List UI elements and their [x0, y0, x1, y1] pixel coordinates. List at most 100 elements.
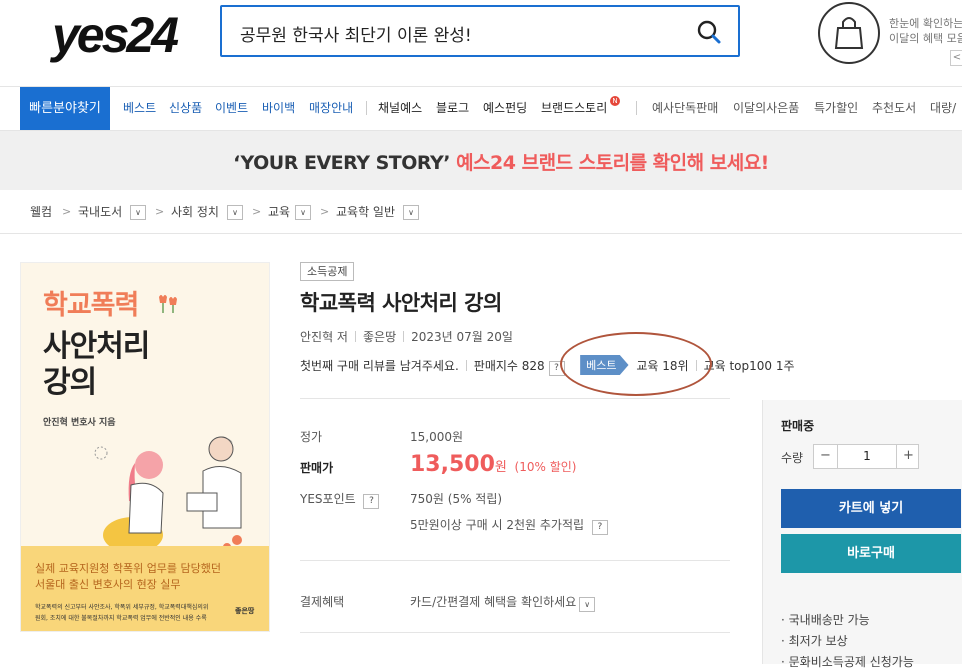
chevron-right-icon: >: [155, 205, 165, 218]
chevron-right-icon: >: [320, 205, 330, 218]
sale-price-unit: 원: [494, 460, 507, 475]
benefit-culture-deduction[interactable]: · 문화비소득공제 신청가능: [781, 653, 914, 670]
nav-recommended[interactable]: 추천도서: [872, 87, 916, 130]
cover-quote-line1: 실제 교육지원청 학폭위 업무를 담당했던: [35, 562, 222, 575]
benefit-lowest-price[interactable]: · 최저가 보상: [781, 632, 848, 649]
nav-new[interactable]: 신상품: [169, 87, 202, 130]
add-to-cart-button[interactable]: 카트에 넣기: [781, 489, 961, 528]
cover-band: 실제 교육지원청 학폭위 업무를 담당했던 서울대 출신 변호사의 현장 실무 …: [21, 546, 269, 631]
quick-category-button[interactable]: 빠른분야찾기: [20, 87, 110, 130]
yes-point-extra: 5만원이상 구매 시 2천원 추가적립 ?: [410, 516, 608, 535]
shopping-bag-icon: [834, 17, 864, 49]
quantity-plus-button[interactable]: +: [896, 445, 920, 468]
payment-benefit-label: 결제혜택: [300, 595, 345, 609]
cover-title-line3: 강의: [43, 365, 97, 400]
cover-quote-line2: 서울대 출신 변호사의 현장 실무: [35, 578, 181, 591]
book-meta: 안진혁 저 좋은땅 2023년 07월 20일: [300, 328, 513, 345]
price-divider: [300, 398, 730, 399]
chevron-right-icon: >: [252, 205, 262, 218]
book-title: 학교폭력 사안처리 강의: [300, 291, 502, 315]
search-input[interactable]: 공무원 한국사 최단기 이론 완성!: [240, 21, 472, 46]
quantity-label: 수량: [781, 451, 804, 465]
breadcrumb-welcome[interactable]: 웰컴: [30, 201, 52, 223]
publish-date: 2023년 07월 20일: [411, 330, 513, 344]
book-cover-image[interactable]: 학교폭력 사안처리 강의 안진혁 변호사 지음 실제 교육지원청 학폭위 업무를…: [20, 262, 270, 632]
nav-blog[interactable]: 블로그: [436, 87, 469, 130]
search-box[interactable]: 공무원 한국사 최단기 이론 완성!: [220, 5, 740, 57]
nav-gifts[interactable]: 이달의사은품: [733, 87, 799, 130]
chevron-down-icon[interactable]: ∨: [403, 205, 419, 220]
sale-price-label: 판매가: [300, 461, 334, 475]
yes24-logo[interactable]: yes24: [52, 10, 179, 60]
price-divider: [300, 560, 730, 561]
banner-cta: 예스24 브랜드 스토리를 확인해 보세요!: [456, 152, 769, 174]
breadcrumb-pedagogy[interactable]: 교육학 일반: [336, 201, 395, 223]
promo-line-1: 한눈에 확인하는: [889, 17, 962, 30]
promo-line-2: 이달의 혜택 모음: [889, 32, 962, 45]
counseling-illustration: [94, 436, 242, 553]
benefit-domestic-shipping: · 국내배송만 가능: [781, 613, 870, 627]
meta-separator: [354, 331, 356, 342]
publisher-link[interactable]: 좋은땅: [363, 330, 396, 344]
chevron-down-icon[interactable]: ∨: [295, 205, 311, 220]
breadcrumb-divider: [0, 233, 962, 234]
payment-benefit[interactable]: 카드/간편결제 혜택을 확인하세요 ∨: [410, 593, 596, 612]
list-price-label: 정가: [300, 430, 323, 444]
breadcrumb-domestic[interactable]: 국내도서: [78, 201, 122, 223]
quantity-input[interactable]: 1: [838, 445, 896, 468]
quantity-stepper: − 1 +: [813, 444, 919, 469]
tax-deduction-badge: 소득공제: [300, 262, 355, 281]
brand-story-banner[interactable]: ‘YOUR EVERY STORY’ 예스24 브랜드 스토리를 확인해 보세요…: [0, 131, 962, 190]
tulip-icon: [159, 295, 177, 313]
sales-index: 판매지수 828: [473, 359, 545, 373]
breadcrumb-education[interactable]: 교육: [268, 201, 290, 223]
cover-title-line1: 학교폭력: [43, 290, 139, 321]
meta-separator: [403, 331, 405, 342]
rank-top100[interactable]: 교육 top100 1주: [704, 359, 795, 373]
review-prompt-link[interactable]: 첫번째 구매 리뷰를 남겨주세요.: [300, 359, 459, 373]
nav-event[interactable]: 이벤트: [215, 87, 248, 130]
nav-buyback[interactable]: 바이백: [262, 87, 295, 130]
chevron-down-icon[interactable]: ∨: [227, 205, 243, 220]
sale-price: 13,500원 (10% 할인): [410, 452, 576, 477]
discount-rate: (10% 할인): [514, 460, 577, 474]
highlight-ellipse: [560, 332, 712, 396]
nav-bulk[interactable]: 대량/: [930, 87, 956, 130]
new-badge: N: [610, 96, 620, 106]
yes-point-label: YES포인트 ?: [300, 490, 380, 509]
author-link[interactable]: 안진혁 저: [300, 330, 348, 344]
nav-exclusive[interactable]: 예사단독판매: [652, 87, 718, 130]
payment-benefit-text: 카드/간편결제 혜택을 확인하세요: [410, 595, 577, 609]
promo-prev-button[interactable]: <: [950, 50, 962, 66]
chevron-down-icon[interactable]: ∨: [579, 597, 596, 612]
cover-description-line2: 원회, 조치에 대한 불복절차까지 학교폭력 업무에 전반적인 내용 수록: [35, 615, 207, 622]
banner-text: ‘YOUR EVERY STORY’ 예스24 브랜드 스토리를 확인해 보세요…: [0, 148, 962, 175]
nav-best[interactable]: 베스트: [123, 87, 156, 130]
nav-funding[interactable]: 예스펀딩: [483, 87, 527, 130]
cover-publisher: 좋은땅: [235, 607, 255, 615]
quantity-minus-button[interactable]: −: [814, 445, 838, 468]
search-icon[interactable]: [696, 19, 722, 45]
buy-now-button[interactable]: 바로구매: [781, 534, 961, 573]
nav-channel-yes[interactable]: 채널예스: [378, 87, 422, 130]
banner-slogan: ‘YOUR EVERY STORY’: [233, 152, 450, 174]
list-price-value: 15,000원: [410, 430, 464, 444]
nav-brand-story[interactable]: 브랜드스토리: [541, 87, 607, 130]
yes-point-label-text: YES포인트: [300, 492, 356, 506]
yes-point-value: 750원 (5% 적립): [410, 492, 503, 506]
sale-price-value: 13,500: [410, 452, 495, 477]
yes-point-help-icon[interactable]: ?: [363, 494, 380, 509]
chevron-down-icon[interactable]: ∨: [130, 205, 146, 220]
breadcrumb-society[interactable]: 사회 정치: [171, 201, 219, 223]
extra-point-help-icon[interactable]: ?: [591, 520, 608, 535]
yes-point-extra-text: 5만원이상 구매 시 2천원 추가적립: [410, 518, 585, 532]
sale-status: 판매중: [781, 419, 815, 433]
cover-description-line1: 학교폭력의 신고부터 사안조사, 학폭위 세부규정, 학교폭력대책심의위: [35, 604, 209, 611]
nav-separator: [636, 101, 637, 115]
nav-store[interactable]: 매장안내: [309, 87, 353, 130]
monthly-benefit-bag-button[interactable]: [818, 2, 880, 64]
promo-text[interactable]: 한눈에 확인하는 이달의 혜택 모음: [889, 16, 962, 46]
buy-panel: 판매중 수량 − 1 + 카트에 넣기 바로구매 · 국내배송만 가능 · 최저…: [762, 400, 962, 669]
price-divider: [300, 632, 730, 633]
nav-special-sale[interactable]: 특가할인: [814, 87, 858, 130]
